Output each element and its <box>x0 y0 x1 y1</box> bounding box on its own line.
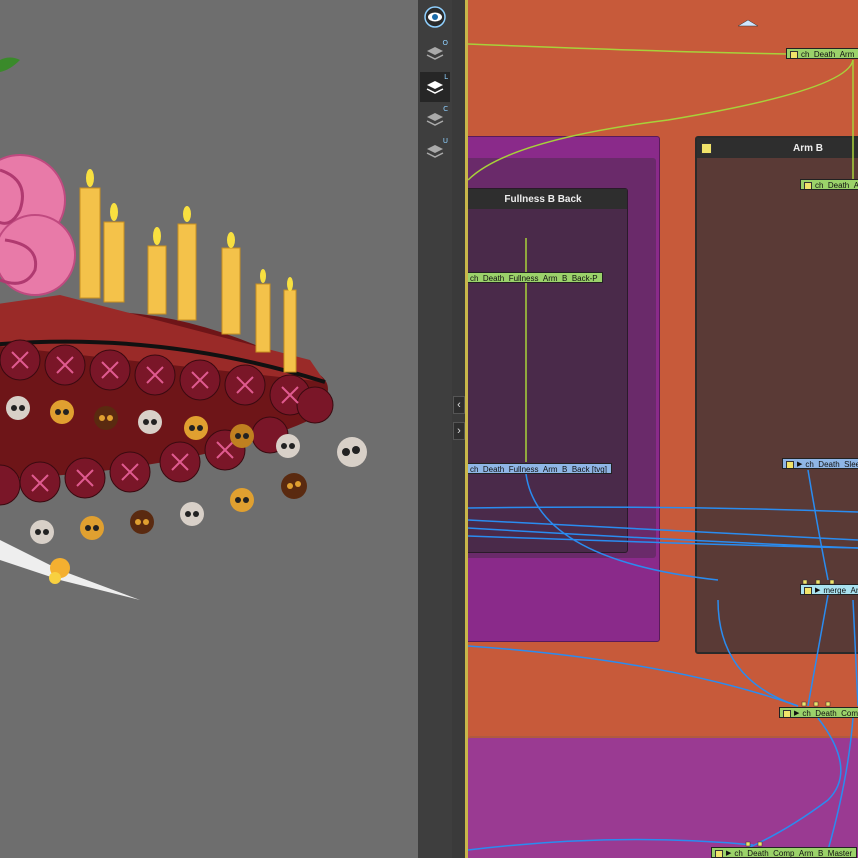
eye-icon <box>424 6 446 28</box>
layer-mode-l-button[interactable]: L <box>420 72 450 102</box>
tool-letter: U <box>442 137 448 145</box>
node-enable-toggle[interactable] <box>804 181 812 189</box>
collapse-left-button[interactable]: ‹ <box>453 396 465 414</box>
node-death-arm[interactable]: ch_Death_Arm_ <box>786 48 858 59</box>
node-view[interactable]: Fullness B Back Arm B ch_Death_Arm_ ch_D… <box>468 0 858 858</box>
roses <box>0 154 76 296</box>
node-merge[interactable]: ▶ merge_Ar <box>800 584 858 595</box>
play-icon: ▶ <box>726 850 732 858</box>
play-icon: ▶ <box>797 461 803 469</box>
node-label: ch_Death_Arm_ <box>801 50 858 59</box>
layers-icon <box>426 113 444 126</box>
node-enable-toggle[interactable] <box>783 709 791 717</box>
node-enable-toggle[interactable] <box>804 586 812 594</box>
layer-mode-o-button[interactable]: O <box>420 38 450 68</box>
layers-icon <box>426 81 444 94</box>
node-label: merge_Ar <box>823 586 858 595</box>
node-label: ch_Death_Fullness_Arm_B_Back [tvg] <box>470 465 607 474</box>
node-sleeve[interactable]: ▶ ch_Death_Slee <box>782 458 858 469</box>
node-master[interactable]: ▶ ch_Death_Comp_Arm_B_Master <box>711 847 858 858</box>
node-death-a[interactable]: ch_Death_A <box>800 179 858 190</box>
node-wires <box>468 19 858 851</box>
node-label: ch_Death_Comp_Arm_B_Master <box>734 849 853 858</box>
layer-mode-u-button[interactable]: U <box>420 136 450 166</box>
eye-toggle-button[interactable] <box>420 2 450 32</box>
node-label: ch_Death_Com <box>802 709 858 718</box>
layer-mode-c-button[interactable]: C <box>420 104 450 134</box>
tool-letter: O <box>442 39 448 47</box>
artwork-canvas <box>0 57 367 600</box>
play-icon: ▶ <box>794 710 800 718</box>
collapse-right-button[interactable]: › <box>453 422 465 440</box>
node-enable-toggle[interactable] <box>715 849 723 857</box>
tool-letter: L <box>444 73 448 81</box>
node-label: ch_Death_Fullness_Arm_B_Back-P <box>470 274 598 283</box>
node-label: ch_Death_A <box>815 181 858 190</box>
tool-letter: C <box>443 105 448 113</box>
node-fullness-tvg[interactable]: ch_Death_Fullness_Arm_B_Back [tvg] <box>468 463 612 474</box>
play-icon: ▶ <box>815 587 821 595</box>
camera-viewport[interactable] <box>0 0 418 858</box>
node-label: ch_Death_Slee <box>805 460 858 469</box>
navigator-marker <box>737 19 759 27</box>
node-fullness-peg[interactable]: ch_Death_Fullness_Arm_B_Back-P <box>468 272 603 283</box>
view-toolstrip: O L C U <box>418 0 453 858</box>
node-enable-toggle[interactable] <box>786 460 794 468</box>
node-comp[interactable]: ▶ ch_Death_Com <box>779 707 858 718</box>
skeleton-hand <box>0 540 140 600</box>
leaf-shape <box>0 57 20 72</box>
node-enable-toggle[interactable] <box>790 50 798 58</box>
